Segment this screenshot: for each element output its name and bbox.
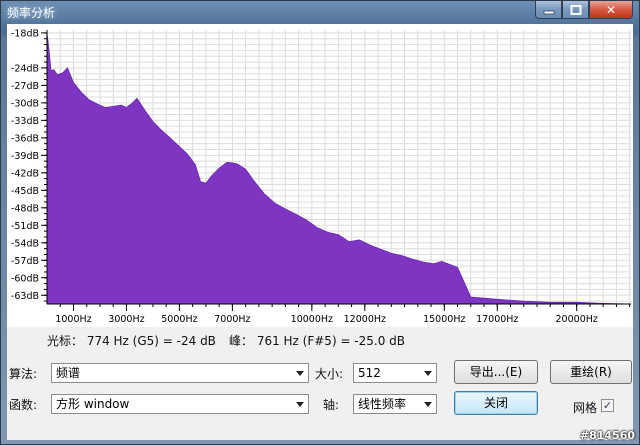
x-tick-label: 7000Hz [214,314,250,325]
close-button[interactable]: 关闭 [454,391,538,415]
y-tick-label: -24dB [11,63,39,74]
chevron-down-icon [424,371,432,376]
y-tick-label: -60dB [11,273,39,284]
axis-value: 线性频率 [358,397,407,411]
chevron-down-icon [296,371,304,376]
algorithm-select[interactable]: 频谱 [51,363,309,383]
function-label: 函数: [9,398,38,412]
close-window-button[interactable]: ✕ [589,1,633,19]
maximize-icon [570,4,581,15]
frequency-analysis-window: 频率分析 ✕ -18dB -24dB -27dB -30dB -33dB -36dB -39… [0,0,640,445]
size-value: 512 [358,366,381,380]
x-tick-label: 15000Hz [423,314,465,325]
x-tick-label: 5000Hz [161,314,197,325]
cursor-readout: 光标： 774 Hz (G5) = -24 dB [47,334,216,348]
y-tick-label: -39dB [11,151,39,162]
y-tick-label: -36dB [11,133,39,144]
y-tick-label: -57dB [11,256,39,267]
close-icon: ✕ [605,2,617,17]
x-tick-label: 17000Hz [476,314,518,325]
export-button[interactable]: 导出...(E) [454,360,538,384]
y-tick-label: -27dB [11,81,39,92]
minimize-button[interactable] [535,1,562,19]
checkmark-icon: ✓ [602,399,613,412]
peak-readout: 峰： 761 Hz (F#5) = -25.0 dB [229,334,406,348]
title-bar[interactable]: 频率分析 ✕ [1,1,639,23]
algorithm-label: 算法: [9,367,38,381]
y-tick-label: -18dB [11,28,39,39]
x-tick-label: 3000Hz [108,314,144,325]
x-tick-label: 10000Hz [291,314,333,325]
maximize-button[interactable] [562,1,589,19]
y-tick-label: -30dB [11,98,39,109]
y-tick-label: -54dB [11,238,39,249]
spectrum-plot-area[interactable]: -18dB -24dB -27dB -30dB -33dB -36dB -39dB -42dB… [7,24,633,327]
y-tick-label: -63dB [11,291,39,302]
y-tick-label: -51dB [11,221,39,232]
x-tick-label: 20000Hz [556,314,598,325]
replot-button[interactable]: 重绘(R) [550,360,632,384]
x-tick-label: 12000Hz [344,314,386,325]
y-tick-label: -45dB [11,186,39,197]
size-select[interactable]: 512 [353,363,437,383]
grid-label: 网格 [573,401,598,415]
x-tick-label: 1000Hz [55,314,91,325]
y-tick-label: -48dB [11,203,39,214]
chevron-down-icon [296,402,304,407]
y-tick-label: -33dB [11,116,39,127]
dialog-body: -18dB -24dB -27dB -30dB -33dB -36dB -39dB -42dB… [7,24,633,440]
minimize-icon [543,10,554,14]
algorithm-value: 频谱 [56,366,81,380]
watermark-id: #814560 [579,429,635,442]
window-controls: ✕ [535,1,633,19]
size-label: 大小: [315,367,344,381]
y-tick-label: -42dB [11,168,39,179]
function-select[interactable]: 方形 window [51,394,309,414]
function-value: 方形 window [56,397,130,411]
axis-select[interactable]: 线性频率 [353,394,437,414]
window-title: 频率分析 [7,6,56,20]
axis-label: 轴: [323,398,340,412]
spectrum-chart[interactable]: -18dB -24dB -27dB -30dB -33dB -36dB -39dB -42dB… [7,24,633,327]
chevron-down-icon [424,402,432,407]
grid-checkbox[interactable]: ✓ [601,399,614,412]
